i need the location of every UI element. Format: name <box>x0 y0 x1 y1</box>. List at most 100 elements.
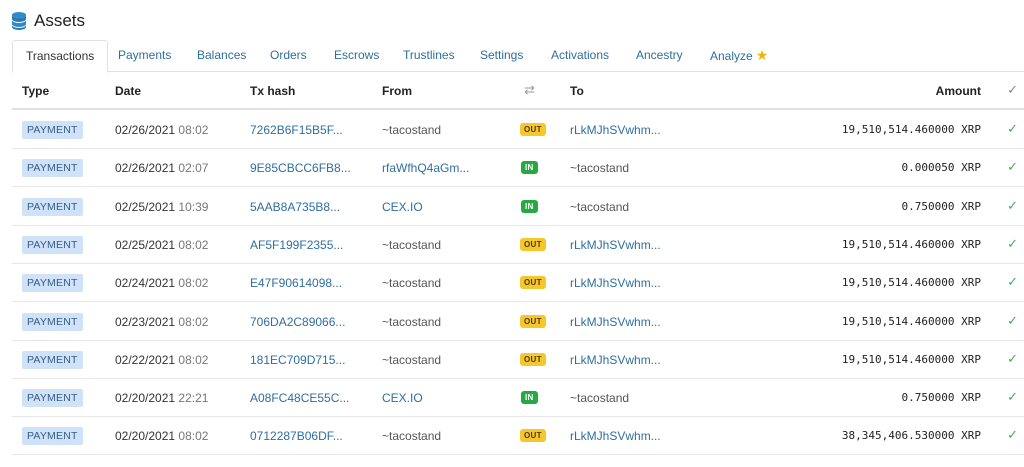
tx-hash-link[interactable]: 0712287B06DF... <box>250 429 343 443</box>
column-header-from[interactable]: From <box>382 84 412 98</box>
tx-hash-link[interactable]: A08FC48CE55C... <box>250 391 349 405</box>
type-badge: PAYMENT <box>22 427 83 446</box>
table-row[interactable]: PAYMENT 02/24/2021 08:02 E47F90614098... ~t… <box>12 264 1024 303</box>
direction-badge: IN <box>521 199 538 213</box>
tx-hash-link[interactable]: 5AAB8A735B8... <box>250 200 340 214</box>
tab-analyze[interactable]: Analyze ★ <box>710 40 768 72</box>
success-check-icon: ✓ <box>1007 350 1018 366</box>
swap-direction-icon[interactable]: ⇄ <box>524 82 535 98</box>
to-address[interactable]: ~tacostand <box>570 391 629 405</box>
direction-badge: OUT <box>520 352 546 366</box>
table-row[interactable]: PAYMENT 02/20/2021 22:21 A08FC48CE55C... CE… <box>12 379 1024 418</box>
from-address[interactable]: ~tacostand <box>382 238 441 252</box>
coin-stack-icon <box>12 12 26 30</box>
amount-value: 19,510,514.460000 XRP <box>841 123 981 136</box>
table-row[interactable]: PAYMENT 02/20/2021 08:02 0712287B06DF... ~t… <box>12 417 1024 456</box>
amount-value: 0.750000 XRP <box>901 199 981 213</box>
time-value: 08:02 <box>178 276 209 291</box>
table-row[interactable]: PAYMENT 02/25/2021 08:02 AF5F199F2355... ~t… <box>12 226 1024 264</box>
date-cell: 02/25/2021 10:39 <box>115 200 208 214</box>
tx-hash-link[interactable]: AF5F199F2355... <box>250 238 343 252</box>
type-badge: PAYMENT <box>22 197 83 216</box>
column-header-status-check-icon: ✓ <box>1007 82 1018 97</box>
column-header-date[interactable]: Date <box>115 84 141 98</box>
tab-escrows[interactable]: Escrows <box>334 40 379 72</box>
table-row[interactable]: PAYMENT 02/26/2021 08:02 7262B6F15B5F... ~t… <box>12 111 1024 149</box>
success-check-icon: ✓ <box>1007 312 1018 328</box>
success-check-icon: ✓ <box>1007 159 1018 175</box>
tab-trustlines[interactable]: Trustlines <box>403 40 455 72</box>
tab-ancestry[interactable]: Ancestry <box>636 40 683 72</box>
to-address[interactable]: rLkMJhSVwhm... <box>570 238 661 252</box>
to-address[interactable]: ~tacostand <box>570 200 629 214</box>
table-row[interactable]: PAYMENT 02/23/2021 08:02 706DA2C89066... ~t… <box>12 303 1024 341</box>
from-address[interactable]: CEX.IO <box>382 391 423 405</box>
time-value: 08:02 <box>178 352 209 367</box>
to-address[interactable]: rLkMJhSVwhm... <box>570 123 661 137</box>
date-value: 02/22/2021 <box>115 352 176 367</box>
tx-hash-link[interactable]: 181EC709D715... <box>250 353 345 367</box>
date-cell: 02/23/2021 08:02 <box>115 315 208 329</box>
tab-activations[interactable]: Activations <box>551 40 609 72</box>
column-header-type[interactable]: Type <box>22 84 49 98</box>
to-address[interactable]: rLkMJhSVwhm... <box>570 429 661 443</box>
date-value: 02/20/2021 <box>115 391 176 406</box>
time-value: 02:07 <box>178 161 209 176</box>
success-check-icon: ✓ <box>1007 121 1018 136</box>
date-cell: 02/24/2021 08:02 <box>115 276 208 290</box>
type-badge: PAYMENT <box>22 159 83 178</box>
from-address[interactable]: ~tacostand <box>382 353 441 367</box>
tx-hash-link[interactable]: 7262B6F15B5F... <box>250 123 343 137</box>
type-badge: PAYMENT <box>22 121 83 139</box>
tx-hash-link[interactable]: 9E85CBCC6FB8... <box>250 161 351 175</box>
from-address[interactable]: CEX.IO <box>382 200 423 214</box>
amount-value: 19,510,514.460000 XRP <box>841 314 981 328</box>
tab-orders[interactable]: Orders <box>270 40 307 72</box>
to-address[interactable]: ~tacostand <box>570 161 629 175</box>
date-cell: 02/20/2021 08:02 <box>115 429 208 443</box>
to-address[interactable]: rLkMJhSVwhm... <box>570 276 661 290</box>
star-icon: ★ <box>755 47 769 63</box>
from-address[interactable]: ~tacostand <box>382 276 441 290</box>
date-value: 02/23/2021 <box>115 314 176 329</box>
column-header-amount[interactable]: Amount <box>936 84 981 98</box>
tx-hash-link[interactable]: E47F90614098... <box>250 276 342 290</box>
column-header-to[interactable]: To <box>570 84 584 98</box>
to-address[interactable]: rLkMJhSVwhm... <box>570 315 661 329</box>
from-address[interactable]: ~tacostand <box>382 315 441 329</box>
direction-badge: IN <box>521 391 538 405</box>
table-row[interactable]: PAYMENT 02/26/2021 02:07 9E85CBCC6FB8... rf… <box>12 149 1024 188</box>
type-badge: PAYMENT <box>22 350 83 369</box>
success-check-icon: ✓ <box>1007 389 1018 405</box>
direction-badge: IN <box>521 161 538 175</box>
tab-balances[interactable]: Balances <box>197 40 246 72</box>
from-address[interactable]: rfaWfhQ4aGm... <box>382 161 469 175</box>
from-address[interactable]: ~tacostand <box>382 429 441 443</box>
column-header-tx-hash[interactable]: Tx hash <box>250 84 295 98</box>
date-cell: 02/25/2021 08:02 <box>115 238 208 252</box>
to-address[interactable]: rLkMJhSVwhm... <box>570 353 661 367</box>
amount-value: 19,510,514.460000 XRP <box>841 237 981 251</box>
amount-value: 19,510,514.460000 XRP <box>841 352 981 366</box>
table-row[interactable]: PAYMENT 02/25/2021 10:39 5AAB8A735B8... CEX… <box>12 188 1024 226</box>
direction-badge: OUT <box>520 276 546 290</box>
date-value: 02/26/2021 <box>115 161 176 176</box>
amount-value: 19,510,514.460000 XRP <box>841 276 981 290</box>
date-value: 02/25/2021 <box>115 199 176 214</box>
type-badge: PAYMENT <box>22 389 83 408</box>
type-badge: PAYMENT <box>22 235 83 254</box>
date-cell: 02/26/2021 08:02 <box>115 123 208 137</box>
type-badge: PAYMENT <box>22 274 83 293</box>
time-value: 08:02 <box>178 429 209 444</box>
time-value: 08:02 <box>178 123 209 137</box>
table-row[interactable]: PAYMENT 02/22/2021 08:02 181EC709D715... ~t… <box>12 341 1024 379</box>
table-header: Type Date Tx hash From ⇄ To Amount ✓ <box>12 74 1024 110</box>
tab-transactions[interactable]: Transactions <box>12 40 109 73</box>
success-check-icon: ✓ <box>1007 274 1018 290</box>
from-address[interactable]: ~tacostand <box>382 123 441 137</box>
tab-payments[interactable]: Payments <box>118 40 171 72</box>
tab-bar: Transactions Payments Balances Orders Es… <box>12 40 1024 73</box>
tx-hash-link[interactable]: 706DA2C89066... <box>250 315 345 329</box>
time-value: 08:02 <box>178 314 209 329</box>
tab-settings[interactable]: Settings <box>480 40 523 72</box>
